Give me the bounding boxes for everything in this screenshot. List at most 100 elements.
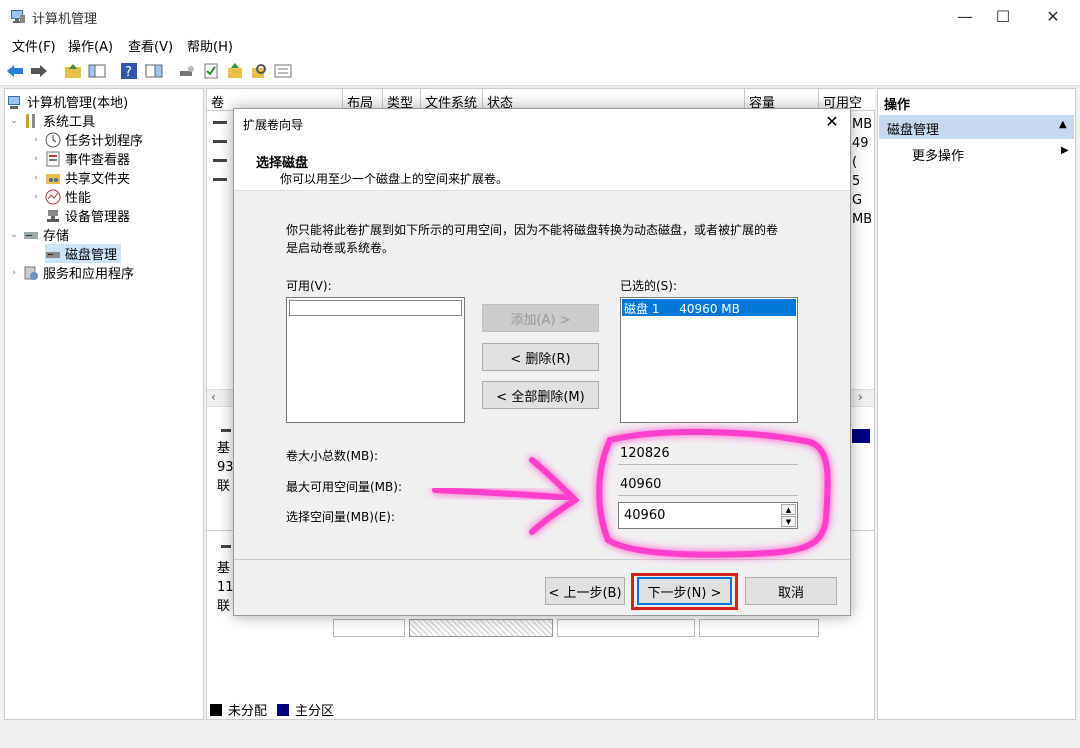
available-label: 可用(V): bbox=[286, 279, 332, 293]
submenu-arrow-icon: ▶ bbox=[1061, 145, 1069, 156]
search-icon[interactable] bbox=[248, 60, 270, 82]
actions-section-disk-management[interactable]: 磁盘管理 ▲ bbox=[879, 115, 1074, 139]
disk-key-icon[interactable] bbox=[176, 60, 198, 82]
tree-item-task-scheduler[interactable]: › 任务计划程序 bbox=[31, 130, 143, 149]
tree-item-device-manager[interactable]: 设备管理器 bbox=[45, 206, 130, 225]
tree-label: 存储 bbox=[43, 229, 70, 244]
cell-free-space: MB bbox=[852, 212, 873, 227]
annotation-circle bbox=[596, 428, 831, 558]
selected-disk-name: 磁盘 1 bbox=[624, 302, 660, 316]
tree-item-storage[interactable]: ⌄ 存储 bbox=[9, 225, 69, 244]
actions-header: 操作 bbox=[884, 98, 911, 113]
annotation-arrow bbox=[432, 487, 573, 501]
chevron-right-icon[interactable]: › bbox=[9, 268, 19, 278]
selected-disks-list[interactable]: 磁盘 1 40960 MB bbox=[620, 297, 798, 423]
help-icon[interactable]: ? bbox=[118, 60, 140, 82]
tree-item-disk-management[interactable]: 磁盘管理 bbox=[45, 244, 122, 263]
disk-type: 基 bbox=[217, 561, 231, 576]
partition-block[interactable] bbox=[699, 619, 819, 637]
event-log-icon bbox=[46, 151, 60, 166]
menu-help[interactable]: 帮助(H) bbox=[187, 36, 233, 55]
tree-label: 设备管理器 bbox=[65, 210, 131, 225]
disk-size: 93 bbox=[217, 460, 234, 475]
volume-icons bbox=[213, 115, 233, 195]
tree-item-performance[interactable]: › 性能 bbox=[31, 187, 91, 206]
tree-item-computer-management[interactable]: 计算机管理(本地) bbox=[7, 92, 128, 111]
disk-size: 11 bbox=[217, 580, 234, 595]
chevron-right-icon[interactable]: › bbox=[31, 192, 41, 202]
collapse-icon[interactable]: ▲ bbox=[1059, 119, 1067, 130]
disk-icon bbox=[46, 251, 60, 258]
back-button[interactable]: < 上一步(B) bbox=[545, 577, 625, 605]
tree-item-system-tools[interactable]: ⌄ 系统工具 bbox=[9, 111, 95, 130]
partition-block[interactable] bbox=[557, 619, 695, 637]
add-button[interactable]: 添加(A) > bbox=[482, 304, 599, 332]
cell-free-space: MB bbox=[852, 117, 873, 132]
chevron-right-icon[interactable]: › bbox=[31, 173, 41, 183]
partition-block[interactable] bbox=[333, 619, 405, 637]
selected-list-item[interactable]: 磁盘 1 40960 MB bbox=[622, 299, 796, 316]
volume-icon bbox=[213, 140, 227, 143]
window-title: 计算机管理 bbox=[32, 12, 98, 27]
disk-status: 联 bbox=[217, 479, 231, 494]
show-hide-tree-icon[interactable] bbox=[86, 60, 108, 82]
checklist-icon[interactable] bbox=[200, 60, 222, 82]
storage-icon bbox=[24, 231, 38, 239]
close-window-button[interactable]: ✕ bbox=[1030, 0, 1076, 32]
tree-item-shared-folders[interactable]: › 共享文件夹 bbox=[31, 168, 130, 187]
scroll-left-icon[interactable]: ‹ bbox=[211, 390, 216, 404]
menu-file[interactable]: 文件(F) bbox=[12, 36, 56, 55]
list-view-icon[interactable] bbox=[272, 60, 294, 82]
tree-item-services[interactable]: › 服务和应用程序 bbox=[9, 263, 134, 282]
device-manager-icon bbox=[47, 209, 59, 222]
partition-block-selected[interactable] bbox=[409, 619, 553, 637]
tree-label: 任务计划程序 bbox=[65, 134, 144, 149]
select-space-label: 选择空间量(MB)(E): bbox=[286, 510, 395, 524]
chevron-down-icon[interactable]: ⌄ bbox=[9, 230, 19, 240]
cancel-button[interactable]: 取消 bbox=[745, 577, 837, 605]
clock-icon bbox=[45, 132, 61, 147]
tree-label: 性能 bbox=[65, 191, 92, 206]
chevron-right-icon[interactable]: › bbox=[31, 154, 41, 164]
menu-action[interactable]: 操作(A) bbox=[68, 36, 113, 55]
chevron-right-icon[interactable]: › bbox=[31, 135, 41, 145]
menu-view[interactable]: 查看(V) bbox=[128, 36, 173, 55]
disk-info: 基 11 联 bbox=[217, 559, 234, 616]
tree-item-event-viewer[interactable]: › 事件查看器 bbox=[31, 149, 130, 168]
menu-bar: 文件(F) 操作(A) 查看(V) 帮助(H) bbox=[0, 32, 1080, 56]
up-folder-icon[interactable] bbox=[62, 60, 84, 82]
tree-label: 共享文件夹 bbox=[65, 172, 131, 187]
disk-type: 基 bbox=[217, 441, 231, 456]
volume-icon bbox=[213, 159, 227, 162]
services-icon bbox=[24, 266, 38, 280]
forward-arrow-icon[interactable] bbox=[28, 60, 50, 82]
svg-text:?: ? bbox=[125, 65, 132, 80]
chevron-down-icon[interactable]: ⌄ bbox=[9, 116, 19, 126]
next-button[interactable]: 下一步(N) > bbox=[637, 577, 732, 605]
description-line: 你只能将此卷扩展到如下所示的可用空间，因为不能将磁盘转换为动态磁盘，或者被扩展的… bbox=[286, 223, 779, 237]
tree-label: 事件查看器 bbox=[65, 153, 131, 168]
available-disks-list[interactable] bbox=[286, 297, 465, 423]
primary-partition-swatch bbox=[277, 703, 290, 716]
disk-info: 基 93 联 bbox=[217, 439, 234, 496]
maximize-button[interactable]: ☐ bbox=[980, 0, 1026, 32]
remove-button[interactable]: < 删除(R) bbox=[482, 343, 599, 371]
title-bar: 计算机管理 — ☐ ✕ bbox=[0, 0, 1080, 32]
import-icon[interactable] bbox=[224, 60, 246, 82]
partition-header[interactable] bbox=[852, 429, 870, 443]
more-actions-item[interactable]: 更多操作 bbox=[912, 145, 964, 164]
available-list-item[interactable] bbox=[289, 300, 462, 316]
scroll-right-icon[interactable]: › bbox=[858, 390, 863, 404]
free-space-column: MB 49 ( 5 G MB bbox=[852, 115, 874, 229]
section-label: 磁盘管理 bbox=[887, 123, 940, 138]
tree-label: 磁盘管理 bbox=[65, 248, 118, 263]
tree-label: 系统工具 bbox=[43, 115, 96, 130]
back-arrow-icon[interactable] bbox=[4, 60, 26, 82]
volume-icon bbox=[213, 178, 227, 181]
dialog-close-icon[interactable]: ✕ bbox=[819, 112, 845, 136]
properties-icon[interactable] bbox=[143, 60, 165, 82]
legend-unallocated: 未分配 bbox=[228, 704, 268, 719]
performance-icon bbox=[45, 189, 61, 204]
remove-all-button[interactable]: < 全部删除(M) bbox=[482, 381, 599, 409]
unallocated-swatch bbox=[210, 703, 222, 716]
